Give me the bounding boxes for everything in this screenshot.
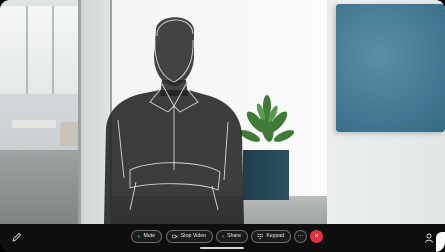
window-mullion	[52, 6, 54, 94]
mute-button[interactable]: Mute	[131, 230, 162, 243]
mute-label: Mute	[143, 233, 155, 239]
acoustic-panel	[336, 4, 445, 132]
video-feed	[0, 0, 445, 224]
table-leg	[16, 128, 18, 150]
participants-icon[interactable]	[424, 232, 436, 244]
more-options-button[interactable]: ···	[294, 230, 307, 243]
close-icon: ×	[314, 233, 319, 240]
share-screen-icon	[222, 235, 225, 238]
table-leg	[50, 128, 52, 150]
stop-video-label: Stop Video	[180, 233, 206, 239]
keypad-label: Keypad	[266, 233, 284, 239]
share-label: Share	[227, 233, 241, 239]
camera-icon	[172, 234, 178, 239]
end-call-button[interactable]: ×	[310, 230, 323, 243]
person-silhouette	[104, 17, 244, 224]
window-mullion	[26, 6, 28, 94]
corner-overlay	[436, 232, 445, 252]
keypad-button[interactable]: Keypad	[251, 230, 291, 243]
video-call-screen: Mute Stop Video Share Keypad ··· ×	[0, 0, 445, 252]
background-window	[0, 6, 78, 94]
planter	[243, 150, 289, 200]
keypad-icon	[257, 233, 263, 240]
microphone-icon	[137, 234, 140, 239]
home-indicator	[200, 247, 244, 249]
glass-frame	[78, 0, 81, 224]
plant-icon	[240, 95, 294, 142]
stop-video-button[interactable]: Stop Video	[166, 230, 213, 243]
more-icon: ···	[297, 233, 304, 239]
background-table	[12, 120, 56, 128]
pencil-icon[interactable]	[10, 230, 24, 244]
share-button[interactable]: Share	[216, 230, 248, 243]
